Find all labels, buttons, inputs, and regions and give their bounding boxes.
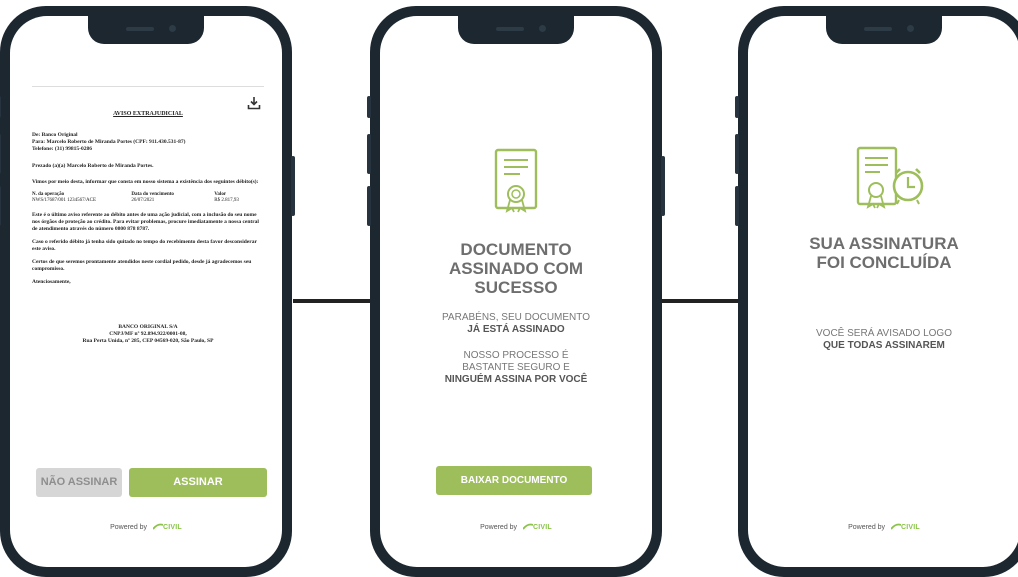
sign-button[interactable]: ASSINAR: [129, 468, 267, 497]
phone-3: SUA ASSINATURA FOI CONCLUÍDA VOCÊ SERÁ A…: [735, 6, 1018, 577]
completed-message: VOCÊ SERÁ AVISADO LOGO QUE TODAS ASSINAR…: [816, 328, 952, 351]
doc-paragraph-4: Certos de que seremos prontamente atendi…: [32, 259, 252, 272]
decline-button[interactable]: NÃO ASSINAR: [36, 468, 122, 497]
doc-title: AVISO EXTRAJUDICIAL: [113, 111, 183, 117]
logo-swoosh-icon: [890, 523, 902, 530]
brand-logo: CIVIL: [152, 523, 182, 531]
doc-phone: Telefone: (31) 99815-0286: [32, 146, 92, 152]
doc-paragraph-3: Caso o referido débito já tenha sido qui…: [32, 239, 257, 252]
powered-by: Powered by CIVIL: [848, 523, 920, 531]
powered-by: Powered by CIVIL: [480, 523, 552, 531]
document-review-screen: AVISO EXTRAJUDICIAL De: Banco Original P…: [10, 16, 282, 567]
phone-2: DOCUMENTO ASSINADO COM SUCESSO PARABÉNS,…: [367, 6, 665, 577]
logo-swoosh-icon: [152, 523, 164, 530]
security-message: NOSSO PROCESSO É BASTANTE SEGURO E NINGU…: [444, 350, 588, 385]
doc-greeting: Prezado (a)(a) Marcelo Roberto de Mirand…: [32, 163, 154, 169]
success-title: DOCUMENTO ASSINADO COM SUCESSO: [448, 240, 584, 297]
signature-completed-screen: SUA ASSINATURA FOI CONCLUÍDA VOCÊ SERÁ A…: [748, 16, 1018, 567]
brand-logo: CIVIL: [890, 523, 920, 531]
completed-title: SUA ASSINATURA FOI CONCLUÍDA: [809, 234, 959, 272]
signed-success-screen: DOCUMENTO ASSINADO COM SUCESSO PARABÉNS,…: [380, 16, 652, 567]
doc-to: Para: Marcelo Roberto de Miranda Portes …: [32, 139, 186, 145]
signed-certificate-icon: [494, 148, 538, 213]
doc-signature: BANCO ORIGINAL S/A CNPJ/MF nº 92.894.922…: [82, 324, 214, 344]
phone-1: AVISO EXTRAJUDICIAL De: Banco Original P…: [0, 6, 295, 577]
certificate-clock-icon: [856, 146, 924, 209]
doc-paragraph-1: Vimos por meio desta, informar que const…: [32, 179, 259, 185]
powered-by: Powered by CIVIL: [110, 523, 182, 531]
brand-logo: CIVIL: [522, 523, 552, 531]
doc-from: De: Banco Original: [32, 132, 78, 138]
flow-connector-2: [660, 299, 738, 303]
flow-connector-1: [293, 299, 371, 303]
document-preview: AVISO EXTRAJUDICIAL De: Banco Original P…: [32, 86, 264, 457]
logo-swoosh-icon: [522, 523, 534, 530]
doc-paragraph-5: Atenciosamente,: [32, 279, 71, 285]
success-message: PARABÉNS, SEU DOCUMENTO JÁ ESTÁ ASSINADO: [442, 312, 590, 335]
doc-table: N. da operação NWS/17687/001 1234567/ACE …: [32, 192, 239, 203]
download-document-button[interactable]: BAIXAR DOCUMENTO: [436, 466, 592, 495]
doc-paragraph-2: Este é o último aviso referente ao débit…: [32, 212, 259, 232]
